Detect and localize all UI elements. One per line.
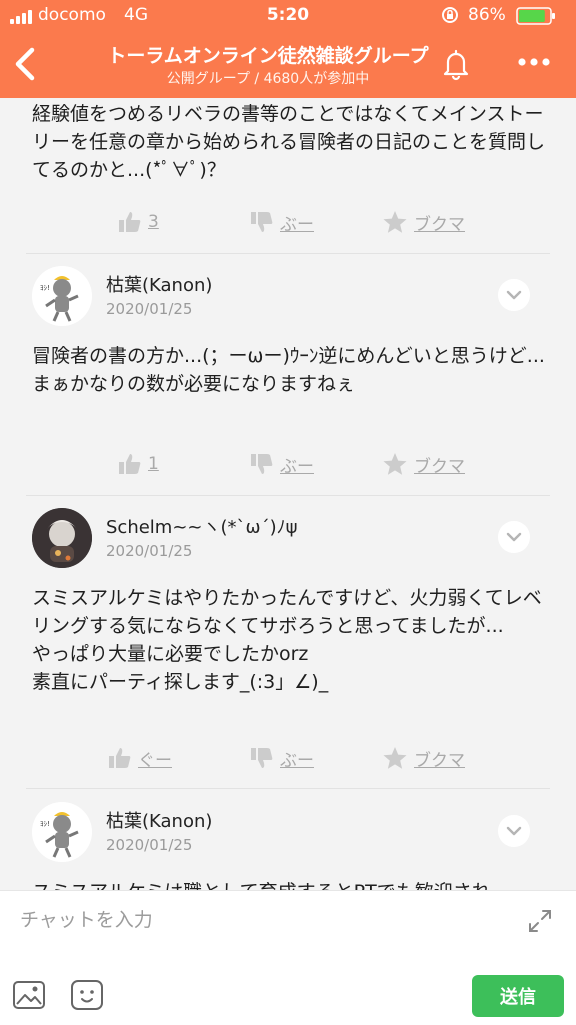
like-button[interactable]: ぐー: [108, 738, 172, 778]
thumbs-down-icon: [251, 748, 273, 768]
avatar[interactable]: ﾖｼ!: [32, 266, 92, 326]
thumbs-down-icon: [251, 454, 273, 474]
svg-text:ﾖｼ!: ﾖｼ!: [40, 284, 50, 292]
send-button[interactable]: 送信: [472, 975, 564, 1017]
post-menu-button[interactable]: [498, 279, 530, 311]
chat-input[interactable]: チャットを入力: [20, 905, 153, 932]
post-date: 2020/01/25: [106, 836, 193, 854]
post-date: 2020/01/25: [106, 542, 193, 560]
thumbs-up-icon: [119, 454, 141, 474]
app-header: docomo 4G 5:20 86% トーラムオンライン徒然雑談グループ 公開グ…: [0, 0, 576, 98]
battery-percent: 86%: [468, 5, 506, 25]
star-icon: [383, 211, 407, 233]
group-subtitle: 公開グループ / 4680人が参加中: [166, 71, 370, 87]
post-menu-button[interactable]: [498, 815, 530, 847]
post-menu-button[interactable]: [498, 521, 530, 553]
character-avatar-icon: [32, 508, 92, 568]
avatar[interactable]: ﾖｼ!: [32, 802, 92, 862]
author-name: 枯葉(Kanon): [106, 275, 213, 296]
sticker-icon[interactable]: [70, 979, 104, 1011]
author-name: Schelm~~ヽ(*`ω´)ﾉψ: [106, 517, 298, 538]
dislike-label: ぶー: [280, 750, 314, 771]
bookmark-button[interactable]: ブクマ: [382, 202, 465, 242]
like-count: 3: [148, 212, 159, 232]
avatar[interactable]: [32, 508, 92, 568]
back-button[interactable]: [8, 44, 42, 84]
divider: [26, 788, 550, 789]
like-count: 1: [148, 454, 159, 474]
dislike-button[interactable]: ぶー: [250, 202, 314, 242]
message-feed[interactable]: 経験値をつめるリベラの書等のことではなくてメインストーリーを任意の章から始められ…: [0, 98, 576, 890]
post-actions: 1 ぶー ブクマ: [0, 444, 576, 484]
thumbs-down-icon: [251, 212, 273, 232]
author-name: 枯葉(Kanon): [106, 811, 213, 832]
bookmark-label: ブクマ: [414, 750, 465, 771]
dislike-label: ぶー: [280, 214, 314, 235]
cat-avatar-icon: ﾖｼ!: [32, 266, 92, 326]
group-title: トーラムオンライン徒然雑談グループ: [107, 45, 429, 67]
image-icon[interactable]: [12, 979, 46, 1011]
svg-text:ﾖｼ!: ﾖｼ!: [40, 820, 50, 828]
bell-icon[interactable]: [436, 44, 476, 84]
like-button[interactable]: 3: [118, 202, 159, 242]
post-text: 冒険者の書の方か...(；ーωー)ｳｰﾝ逆にめんどいと思うけど... まぁかなり…: [32, 345, 545, 395]
dislike-button[interactable]: ぶー: [250, 444, 314, 484]
bookmark-label: ブクマ: [414, 456, 465, 477]
dislike-label: ぶー: [280, 456, 314, 477]
status-bar: docomo 4G 5:20 86%: [0, 0, 576, 32]
thumbs-up-icon: [119, 212, 141, 232]
post-actions: 3 ぶー ブクマ: [0, 202, 576, 242]
like-label: ぐー: [138, 750, 172, 771]
cat-avatar-icon: ﾖｼ!: [32, 802, 92, 862]
bookmark-label: ブクマ: [414, 214, 465, 235]
rotation-lock-icon: [442, 7, 458, 23]
divider: [26, 253, 550, 254]
post-actions: ぐー ぶー ブクマ: [0, 738, 576, 778]
bookmark-button[interactable]: ブクマ: [382, 738, 465, 778]
bookmark-button[interactable]: ブクマ: [382, 444, 465, 484]
battery-icon: [516, 7, 555, 25]
star-icon: [383, 747, 407, 769]
dislike-button[interactable]: ぶー: [250, 738, 314, 778]
chat-input-bar: チャットを入力 送信: [0, 890, 576, 1025]
post-date: 2020/01/25: [106, 300, 193, 318]
post-text: 経験値をつめるリベラの書等のことではなくてメインストーリーを任意の章から始められ…: [32, 103, 546, 181]
post-text: スミスアルケミはやりたかったんですけど、火力弱くてレベリングする気にならなくてサ…: [32, 587, 542, 693]
divider: [26, 495, 550, 496]
post-text: スミスアルケミは職として育成するとPTでも歓迎され: [32, 878, 552, 890]
star-icon: [383, 453, 407, 475]
more-icon[interactable]: [512, 50, 556, 74]
thumbs-up-icon: [109, 748, 131, 768]
expand-icon[interactable]: [526, 907, 554, 935]
like-button[interactable]: 1: [118, 444, 159, 484]
